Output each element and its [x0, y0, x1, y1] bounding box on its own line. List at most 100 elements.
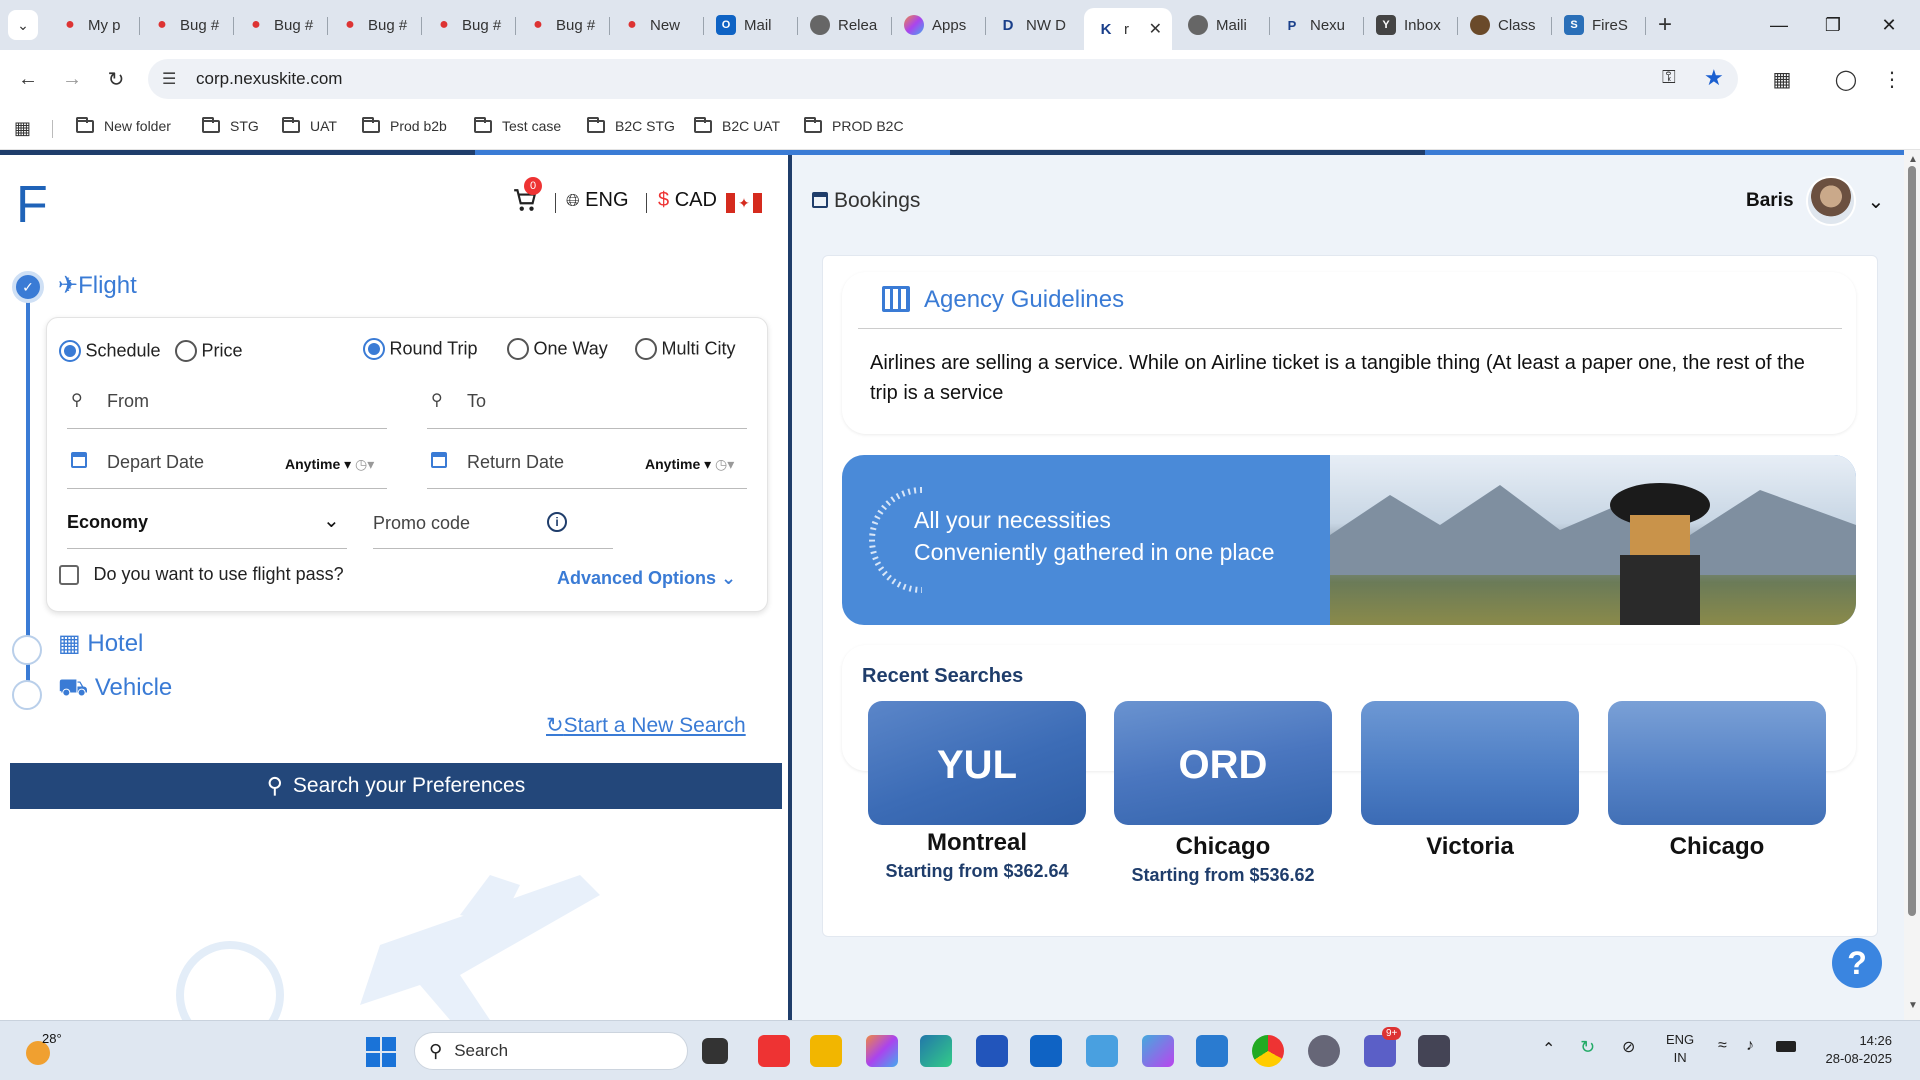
bookmark-star-icon[interactable]: ★ — [1704, 65, 1724, 91]
show-hidden-icons[interactable]: ⌃ — [1542, 1039, 1555, 1059]
weather-widget[interactable]: 28° — [22, 1031, 72, 1071]
language-selector[interactable]: 🌐︎ ENG — [566, 189, 629, 212]
bookmark-uat[interactable]: UAT — [282, 116, 337, 134]
recent-search-item[interactable]: ORD Chicago Starting from $536.62 — [1114, 701, 1332, 901]
restore-button[interactable]: ❐ — [1810, 8, 1856, 42]
tab-2[interactable]: ● Bug # — [140, 8, 234, 42]
task-view-icon[interactable] — [702, 1038, 728, 1064]
tab-4[interactable]: ● Bug # — [328, 8, 422, 42]
page-scrollbar[interactable]: ▲ ▼ — [1904, 150, 1920, 1020]
network-tool-icon[interactable] — [1086, 1035, 1118, 1067]
profile-icon[interactable]: ◯ — [1830, 63, 1862, 95]
file-explorer-icon[interactable] — [810, 1035, 842, 1067]
bookmark-test-case[interactable]: Test case — [474, 116, 561, 134]
battery-icon[interactable] — [1776, 1041, 1796, 1052]
advanced-options-link[interactable]: Advanced Options ⌄ — [557, 568, 736, 589]
taskbar-search-box[interactable]: ⚲ Search — [414, 1032, 688, 1070]
language-indicator[interactable]: ENG IN — [1666, 1031, 1694, 1067]
cabin-class-select[interactable]: Economy ⌄ — [67, 506, 347, 546]
minimize-button[interactable]: — — [1756, 8, 1802, 42]
bookings-link[interactable]: Bookings — [812, 189, 920, 213]
from-field[interactable]: ⚲ From — [67, 386, 387, 426]
store-icon[interactable] — [976, 1035, 1008, 1067]
tab-13[interactable]: Maili — [1176, 8, 1270, 42]
password-key-icon[interactable]: ⚿ — [1662, 67, 1676, 88]
reload-button[interactable]: ↻ — [100, 63, 132, 95]
to-field[interactable]: ⚲ To — [427, 386, 747, 426]
tab-search-button[interactable]: ⌄ — [8, 10, 38, 40]
price-radio[interactable]: Price — [175, 340, 242, 362]
sync-icon[interactable]: ↻ — [1580, 1037, 1595, 1058]
info-icon[interactable]: i — [547, 512, 567, 532]
calculator-icon[interactable] — [1418, 1035, 1450, 1067]
menu-icon[interactable]: ⋮ — [1876, 63, 1908, 95]
copilot-icon[interactable] — [866, 1035, 898, 1067]
flight-pass-checkbox[interactable]: Do you want to use flight pass? — [59, 564, 344, 585]
volume-icon[interactable]: ♪ — [1746, 1037, 1754, 1055]
tab-14[interactable]: P Nexu — [1270, 8, 1364, 42]
clock[interactable]: 14:26 28-08-2025 — [1812, 1032, 1893, 1068]
user-menu[interactable]: Baris ⌄ — [1746, 175, 1884, 227]
flight-section-title[interactable]: ✈︎Flight — [58, 271, 137, 300]
settings-icon[interactable] — [1308, 1035, 1340, 1067]
schedule-radio[interactable]: Schedule — [59, 340, 161, 362]
recent-search-item[interactable]: Chicago — [1608, 701, 1826, 901]
recent-search-item[interactable]: Victoria — [1361, 701, 1579, 901]
tab-11[interactable]: D NW D — [986, 8, 1080, 42]
teams-icon[interactable]: 9+ — [1364, 1027, 1402, 1067]
tab-7[interactable]: ● New — [610, 8, 704, 42]
depart-time-select[interactable]: Anytime ▾ ◷▾ — [285, 456, 374, 473]
logo[interactable]: F — [16, 175, 48, 235]
site-settings-icon[interactable]: ☰ — [162, 69, 176, 89]
chrome-icon[interactable] — [1252, 1035, 1284, 1067]
start-button[interactable] — [366, 1037, 396, 1067]
tab-12-active[interactable]: Kr ✕ — [1084, 8, 1172, 50]
tab-6[interactable]: ● Bug # — [516, 8, 610, 42]
help-button[interactable]: ? — [1832, 938, 1882, 988]
depart-date-field[interactable]: Depart Date Anytime ▾ ◷▾ — [67, 446, 387, 486]
start-new-search-link[interactable]: ↻Start a New Search — [546, 713, 746, 738]
cart-button[interactable]: 0 — [512, 177, 542, 215]
close-icon[interactable]: ✕ — [1149, 19, 1162, 39]
tab-16[interactable]: Class — [1458, 8, 1552, 42]
office-icon[interactable] — [758, 1035, 790, 1067]
tab-3[interactable]: ● Bug # — [234, 8, 328, 42]
bookmark-b2c-uat[interactable]: B2C UAT — [694, 116, 780, 134]
promo-code-field[interactable]: Promo code — [373, 506, 613, 546]
round-trip-radio[interactable]: Round Trip — [363, 338, 478, 360]
back-button[interactable]: ← — [12, 63, 44, 95]
tab-9[interactable]: Relea — [798, 8, 892, 42]
vehicle-section-title[interactable]: ⛟︎ Vehicle — [58, 674, 172, 704]
bookmark-b2c-stg[interactable]: B2C STG — [587, 116, 675, 134]
hotel-section-title[interactable]: ▦ Hotel — [58, 629, 143, 658]
new-tab-button[interactable]: + — [1650, 10, 1680, 40]
edge-icon[interactable] — [920, 1035, 952, 1067]
m365-icon[interactable] — [1142, 1035, 1174, 1067]
vpn-icon[interactable]: ⊘ — [1622, 1037, 1635, 1057]
return-time-select[interactable]: Anytime ▾ ◷▾ — [645, 456, 734, 473]
tab-15[interactable]: Y Inbox — [1364, 8, 1458, 42]
wifi-icon[interactable]: ≈ — [1718, 1037, 1727, 1055]
one-way-radio[interactable]: One Way — [507, 338, 608, 360]
tab-5[interactable]: ● Bug # — [422, 8, 516, 42]
bookmark-prod-b2b[interactable]: Prod b2b — [362, 116, 447, 134]
currency-selector[interactable]: $ CAD — [658, 189, 717, 212]
multi-city-radio[interactable]: Multi City — [635, 338, 735, 360]
bookmark-prod-b2c[interactable]: PROD B2C — [804, 116, 904, 134]
tab-17[interactable]: S FireS — [1552, 8, 1646, 42]
notepad-icon[interactable] — [1196, 1035, 1228, 1067]
scrollbar-thumb[interactable] — [1908, 166, 1916, 916]
bookmark-stg[interactable]: STG — [202, 116, 259, 134]
extensions-icon[interactable]: ▦ — [1766, 63, 1798, 95]
address-bar[interactable]: ☰ corp.nexuskite.com ⚿ ★ — [148, 59, 1738, 99]
forward-button[interactable]: → — [56, 63, 88, 95]
url-text[interactable]: corp.nexuskite.com — [196, 69, 342, 89]
outlook-icon[interactable] — [1030, 1035, 1062, 1067]
apps-grid-icon[interactable]: ▦ — [14, 118, 31, 139]
search-preferences-button[interactable]: ⚲ Search your Preferences — [10, 763, 782, 809]
recent-search-item[interactable]: YUL Montreal Starting from $362.64 — [868, 701, 1086, 901]
tab-8[interactable]: O Mail — [704, 8, 798, 42]
bookmark-new-folder[interactable]: New folder — [76, 116, 171, 134]
tab-1[interactable]: ● My p — [48, 8, 140, 42]
return-date-field[interactable]: Return Date Anytime ▾ ◷▾ — [427, 446, 747, 486]
